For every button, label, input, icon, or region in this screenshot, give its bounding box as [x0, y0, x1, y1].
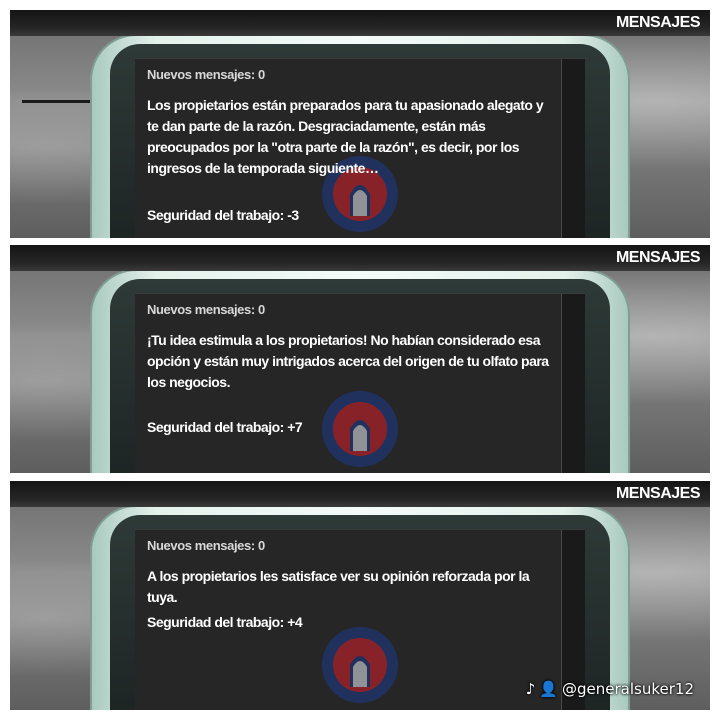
new-messages-label: Nuevos mensajes: 0	[147, 67, 265, 82]
new-messages-label: Nuevos mensajes: 0	[147, 302, 265, 317]
job-security-label: Seguridad del trabajo: +7	[147, 419, 303, 435]
job-security-label: Seguridad del trabajo: +4	[147, 614, 303, 630]
section-title: MENSAJES	[615, 14, 701, 31]
job-security-label: Seguridad del trabajo: -3	[147, 207, 299, 223]
user-icon: 👤	[539, 680, 559, 698]
message-screen: Nuevos mensajes: 0 Los propietarios está…	[135, 58, 585, 238]
message-body: Los propietarios están preparados para t…	[147, 97, 544, 176]
message-panel-2: MENSAJES Nuevos mensajes: 0 ¡Tu idea est…	[10, 245, 710, 473]
psg-crest-icon	[322, 391, 398, 467]
message-panel-3: MENSAJES Nuevos mensajes: 0 A los propie…	[10, 481, 710, 710]
top-bar: MENSAJES	[10, 481, 710, 507]
psg-crest-icon	[322, 627, 398, 703]
message-screen: Nuevos mensajes: 0 ¡Tu idea estimula a l…	[135, 293, 585, 473]
section-title: MENSAJES	[615, 249, 701, 266]
watermark: ♪ 👤 @generalsuker12	[526, 680, 694, 698]
watermark-handle: @generalsuker12	[562, 680, 694, 698]
decorative-line	[22, 100, 92, 103]
top-bar: MENSAJES	[10, 10, 710, 36]
message-screen: Nuevos mensajes: 0 A los propietarios le…	[135, 529, 585, 710]
message-body: A los propietarios les satisface ver su …	[147, 568, 530, 605]
scrollbar[interactable]	[561, 294, 585, 473]
scrollbar[interactable]	[561, 59, 585, 238]
section-title: MENSAJES	[615, 485, 701, 502]
tiktok-icon: ♪	[525, 680, 536, 698]
top-bar: MENSAJES	[10, 245, 710, 271]
message-body: ¡Tu idea estimula a los propietarios! No…	[147, 332, 549, 390]
message-panel-1: MENSAJES Nuevos mensajes: 0 Los propieta…	[10, 10, 710, 238]
new-messages-label: Nuevos mensajes: 0	[147, 538, 265, 553]
